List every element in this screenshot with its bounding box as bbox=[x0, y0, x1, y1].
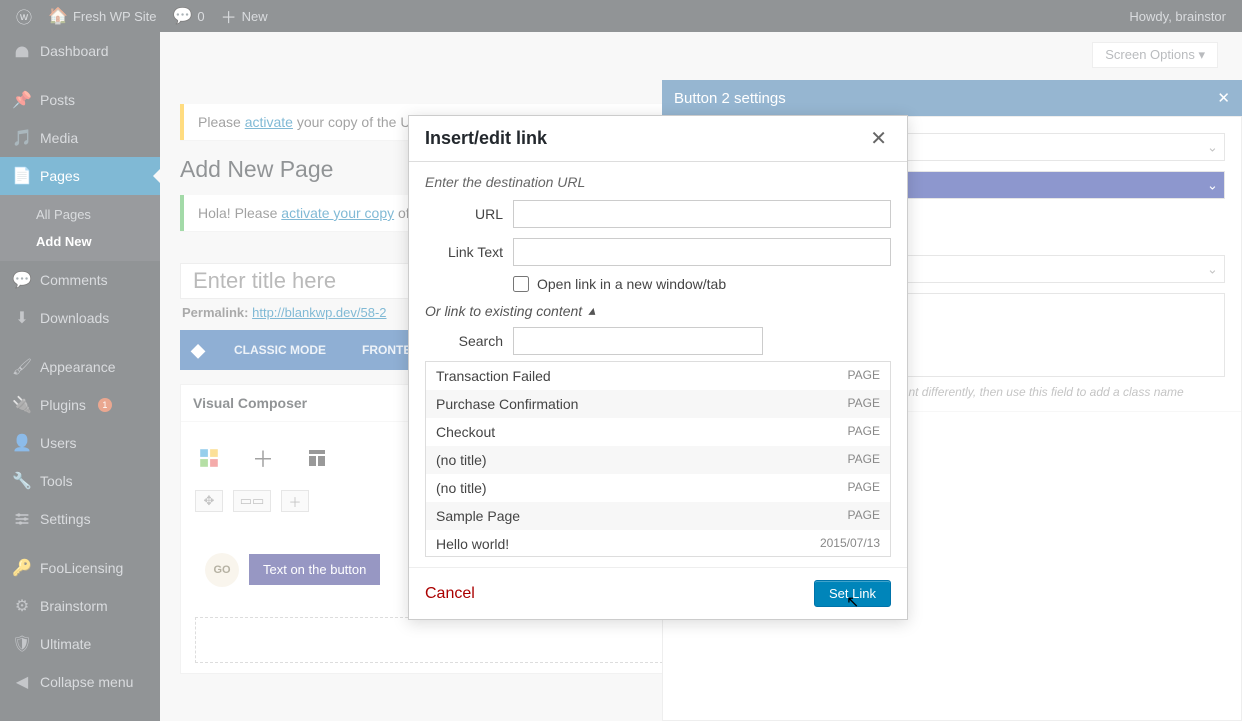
new-tab-label: Open link in a new window/tab bbox=[537, 276, 726, 292]
search-input[interactable] bbox=[513, 327, 763, 355]
result-item[interactable]: Sample Page PAGE bbox=[426, 502, 890, 530]
result-item[interactable]: (no title) PAGE bbox=[426, 474, 890, 502]
search-label: Search bbox=[425, 333, 503, 349]
result-title: (no title) bbox=[436, 480, 487, 496]
result-title: (no title) bbox=[436, 452, 487, 468]
modal-close-button[interactable]: ✕ bbox=[866, 126, 891, 151]
result-meta: PAGE bbox=[848, 452, 880, 468]
result-item[interactable]: (no title) PAGE bbox=[426, 446, 890, 474]
search-results[interactable]: Transaction FailedPAGEPurchase Confirmat… bbox=[425, 361, 891, 557]
set-link-button[interactable]: Set Link bbox=[814, 580, 891, 607]
link-text-input[interactable] bbox=[513, 238, 891, 266]
insert-link-modal: Insert/edit link ✕ Enter the destination… bbox=[408, 115, 908, 620]
existing-content-toggle[interactable]: Or link to existing content▴ bbox=[425, 302, 891, 319]
result-meta: PAGE bbox=[848, 368, 880, 384]
result-title: Hello world! bbox=[436, 536, 509, 552]
url-label: URL bbox=[425, 206, 503, 222]
result-item[interactable]: Hello world! 2015/07/13 bbox=[426, 530, 890, 557]
url-input[interactable] bbox=[513, 200, 891, 228]
result-meta: PAGE bbox=[848, 480, 880, 496]
result-item[interactable]: Purchase Confirmation PAGE bbox=[426, 390, 890, 418]
result-title: Purchase Confirmation bbox=[436, 396, 578, 412]
caret-up-icon: ▴ bbox=[588, 302, 595, 319]
link-text-label: Link Text bbox=[425, 244, 503, 260]
result-item[interactable]: Checkout PAGE bbox=[426, 418, 890, 446]
new-tab-checkbox[interactable] bbox=[513, 276, 529, 292]
result-meta: PAGE bbox=[848, 508, 880, 524]
result-title: Checkout bbox=[436, 424, 495, 440]
result-meta: PAGE bbox=[848, 424, 880, 440]
modal-title: Insert/edit link bbox=[425, 128, 547, 149]
result-title: Sample Page bbox=[436, 508, 520, 524]
result-title: Transaction Failed bbox=[436, 368, 551, 384]
modal-hint: Enter the destination URL bbox=[425, 174, 891, 190]
result-meta: PAGE bbox=[848, 396, 880, 412]
cancel-button[interactable]: Cancel bbox=[425, 585, 475, 603]
result-meta: 2015/07/13 bbox=[820, 536, 880, 552]
result-item[interactable]: Transaction Failed PAGE bbox=[426, 362, 890, 390]
